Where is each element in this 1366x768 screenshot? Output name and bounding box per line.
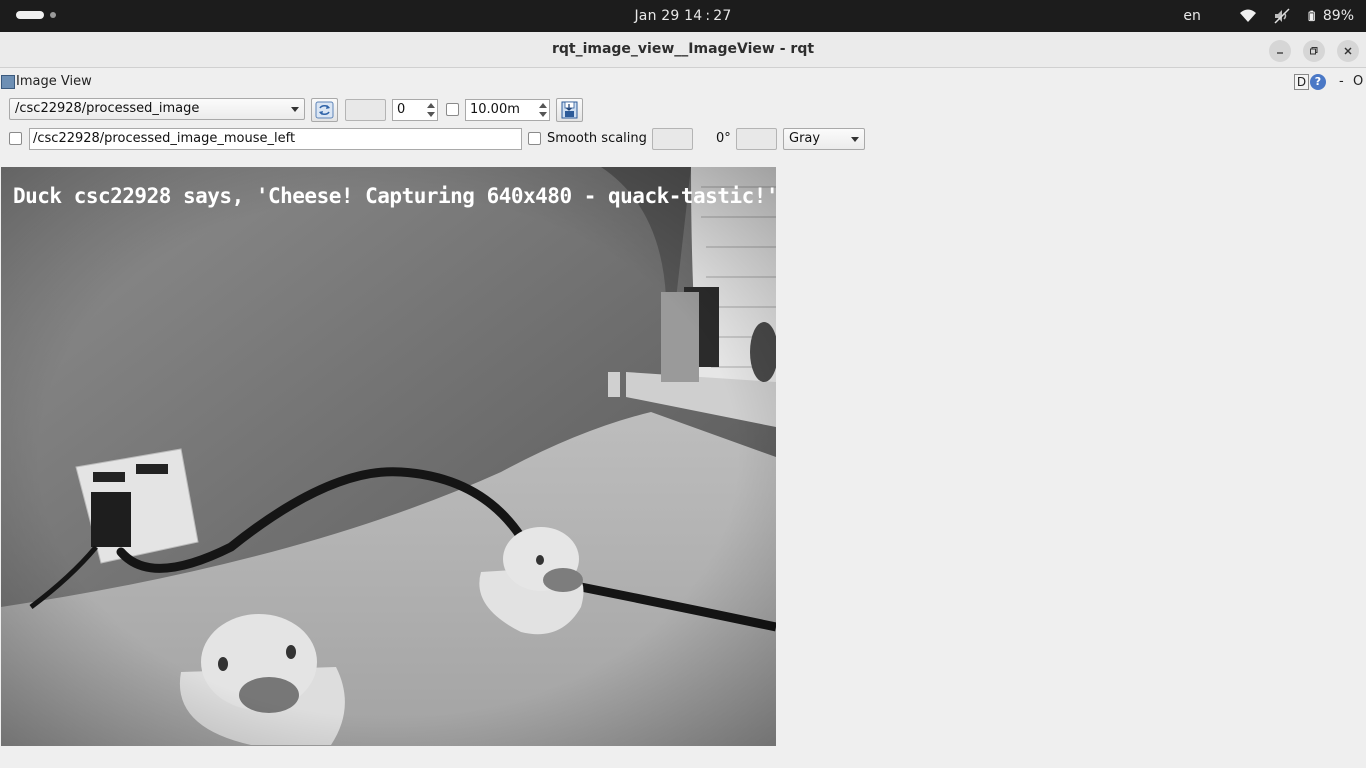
minimize-button[interactable]	[1269, 40, 1291, 62]
close-icon	[1344, 47, 1352, 55]
spin-down-icon[interactable]	[539, 112, 547, 117]
mouse-topic-value: /csc22928/processed_image_mouse_left	[33, 131, 296, 146]
zoom-out-button[interactable]	[345, 99, 386, 121]
mouse-topic-input[interactable]: /csc22928/processed_image_mouse_left	[29, 128, 522, 150]
image-view-icon	[1, 75, 15, 89]
topic-select[interactable]: /csc22928/processed_image	[9, 98, 305, 120]
language-indicator[interactable]: en	[1183, 8, 1201, 24]
system-top-bar: Jan 29 14 : 27 en 89%	[0, 0, 1366, 32]
wifi-icon[interactable]	[1239, 7, 1257, 25]
colormap-select[interactable]: Gray	[783, 128, 865, 150]
maximize-icon	[1310, 47, 1318, 55]
refresh-icon	[315, 101, 334, 119]
smooth-scaling-label: Smooth scaling	[547, 131, 647, 146]
maximize-button[interactable]	[1303, 40, 1325, 62]
activities-button[interactable]	[16, 11, 56, 19]
battery-icon	[1308, 10, 1315, 22]
publish-mouse-checkbox[interactable]	[9, 132, 22, 145]
window-titlebar[interactable]: rqt_image_view__ImageView - rqt	[0, 32, 1366, 68]
battery-percent: 89%	[1322, 8, 1354, 24]
minimize-icon	[1277, 52, 1283, 54]
workspace-indicator-active	[16, 11, 44, 19]
system-tray[interactable]: en 89%	[1183, 7, 1354, 25]
clock[interactable]: Jan 29 14 : 27	[634, 8, 731, 24]
workspace-indicator	[50, 12, 56, 18]
rotate-left-button[interactable]	[652, 128, 693, 150]
chevron-down-icon	[851, 137, 859, 142]
refresh-topics-button[interactable]	[311, 98, 338, 122]
camera-scene	[1, 167, 776, 746]
spin-up-icon[interactable]	[427, 103, 435, 108]
dock-titlebar[interactable]: Image View D ? - O	[0, 72, 1366, 92]
rotation-label: 0°	[716, 131, 731, 146]
rate-spinbox-value: 10.00m	[470, 102, 520, 117]
vignette	[1, 167, 776, 746]
battery-status[interactable]: 89%	[1307, 7, 1354, 25]
spin-up-icon[interactable]	[539, 103, 547, 108]
topic-select-value: /csc22928/processed_image	[15, 101, 200, 116]
value-spinbox-value: 0	[397, 102, 406, 117]
close-button[interactable]	[1337, 40, 1359, 62]
window-title: rqt_image_view__ImageView - rqt	[551, 41, 815, 57]
value-spinbox[interactable]: 0	[392, 99, 438, 121]
dock-reconfigure-button[interactable]: D	[1294, 74, 1309, 90]
rate-checkbox[interactable]	[446, 103, 459, 116]
dock-close-button[interactable]: O	[1353, 74, 1363, 89]
help-icon[interactable]: ?	[1310, 74, 1326, 90]
smooth-scaling-checkbox[interactable]	[528, 132, 541, 145]
dock-minimize-button[interactable]: -	[1339, 74, 1344, 89]
save-icon	[561, 101, 578, 119]
spin-down-icon[interactable]	[427, 112, 435, 117]
image-overlay-text: Duck csc22928 says, 'Cheese! Capturing 6…	[13, 184, 776, 208]
dock-title: Image View	[16, 74, 92, 89]
colormap-select-value: Gray	[789, 131, 821, 146]
chevron-down-icon	[291, 107, 299, 112]
rate-spinbox[interactable]: 10.00m	[465, 99, 550, 121]
volume-muted-icon[interactable]	[1273, 7, 1291, 25]
save-image-button[interactable]	[556, 98, 583, 122]
camera-image[interactable]: Duck csc22928 says, 'Cheese! Capturing 6…	[1, 167, 776, 746]
rotate-right-button[interactable]	[736, 128, 777, 150]
